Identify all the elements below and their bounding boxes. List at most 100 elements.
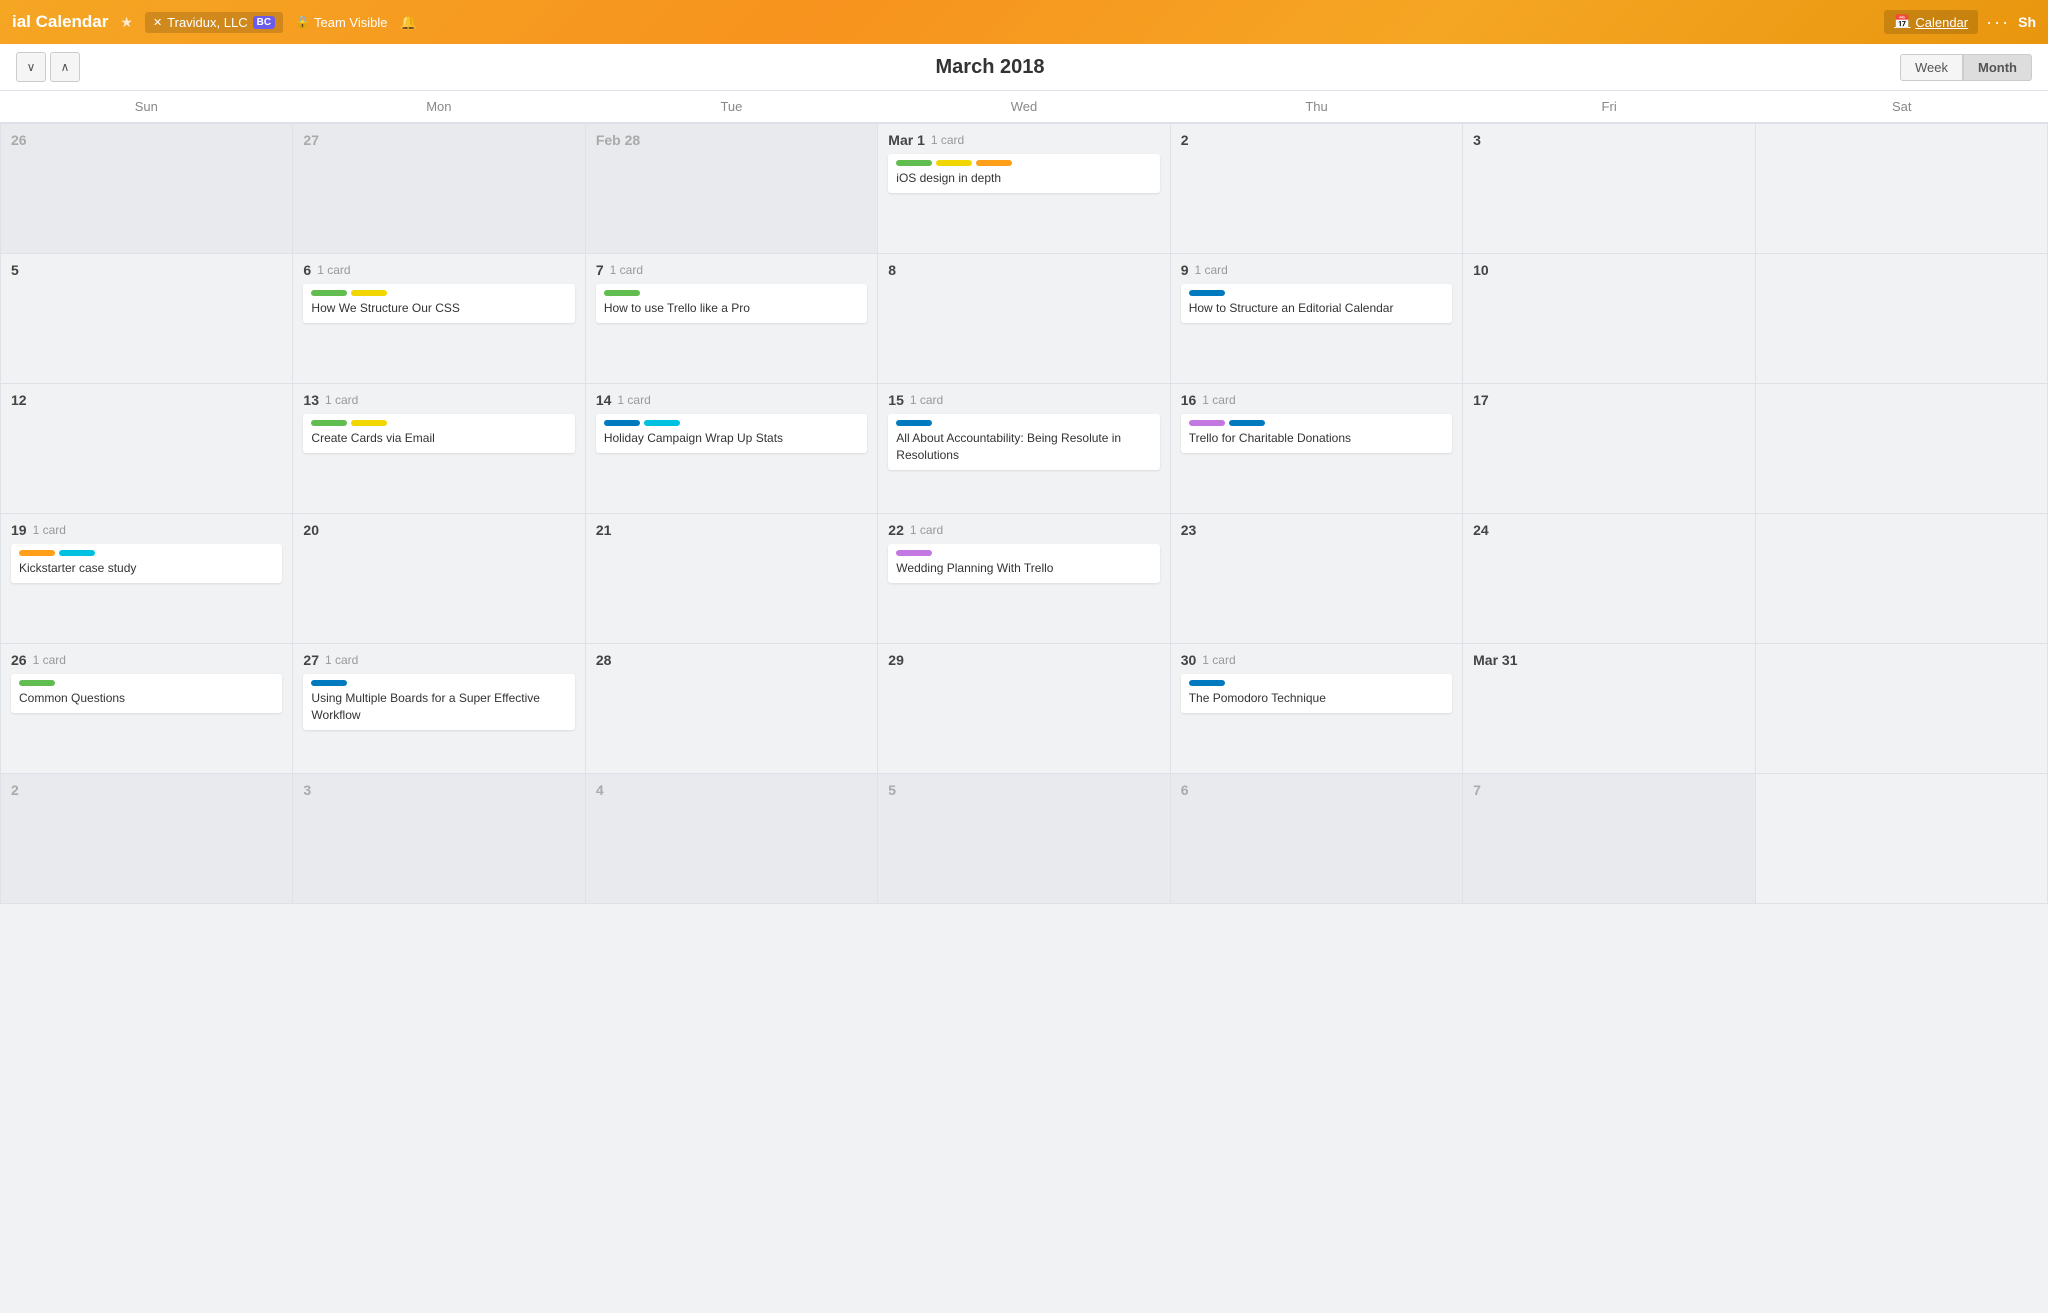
label-row [311,290,566,296]
day-num-text: 19 [11,522,27,538]
calendar-card[interactable]: How We Structure Our CSS [303,284,574,323]
label-row [1189,680,1444,686]
label-row [896,160,1151,166]
org-pill[interactable]: ✕ Travidux, LLC BC [145,12,283,33]
next-button[interactable]: ∧ [50,52,80,82]
day-num-text: 2 [1181,132,1189,148]
label-tag [311,290,347,296]
day-number: 26 [11,132,282,148]
day-number: 23 [1181,522,1452,538]
calendar-card[interactable]: Trello for Charitable Donations [1181,414,1452,453]
day-num-text: 23 [1181,522,1197,538]
day-num-text: 7 [1473,782,1481,798]
day-number: 24 [1473,522,1744,538]
day-num-text: 26 [11,132,27,148]
day-num-text: Mar 1 [888,132,925,148]
calendar-card[interactable]: How to use Trello like a Pro [596,284,867,323]
day-num-text: 28 [596,652,612,668]
cal-cell: 141 cardHoliday Campaign Wrap Up Stats [586,384,878,514]
calendar-card[interactable]: Wedding Planning With Trello [888,544,1159,583]
cal-cell: 10 [1463,254,1755,384]
calendar-grid: 2627Feb 28Mar 11 cardiOS design in depth… [0,123,2048,904]
cal-cell: 6 [1171,774,1463,904]
cal-cell: 8 [878,254,1170,384]
cal-cell: 24 [1463,514,1755,644]
calendar-card[interactable]: Using Multiple Boards for a Super Effect… [303,674,574,730]
day-num-text: 26 [11,652,27,668]
label-row [896,550,1151,556]
calendar-label: Calendar [1915,15,1968,30]
day-num-text: 21 [596,522,612,538]
day-number: 191 card [11,522,282,538]
close-icon: ✕ [153,16,162,29]
calendar-icon: 📅 [1894,14,1910,30]
day-num-text: 7 [596,262,604,278]
cal-cell: 21 [586,514,878,644]
cal-cell [1756,514,2048,644]
cal-cell: 61 cardHow We Structure Our CSS [293,254,585,384]
card-title: Wedding Planning With Trello [896,560,1151,577]
label-tag [1189,680,1225,686]
label-tag [311,420,347,426]
day-number: 28 [596,652,867,668]
cal-cell: 2 [1,774,293,904]
day-number: 4 [596,782,867,798]
day-num-text: 20 [303,522,319,538]
card-count: 1 card [1202,393,1235,407]
calendar-card[interactable]: Holiday Campaign Wrap Up Stats [596,414,867,453]
day-num-text: 3 [303,782,311,798]
team-visible-pill[interactable]: 🔒 Team Visible [295,15,387,30]
star-icon[interactable]: ★ [120,14,133,31]
cal-cell: 151 cardAll About Accountability: Being … [878,384,1170,514]
more-button[interactable]: ··· [1986,12,2010,33]
cal-cell: Feb 28 [586,124,878,254]
day-number: 17 [1473,392,1744,408]
cal-cell: 131 cardCreate Cards via Email [293,384,585,514]
calendar-card[interactable]: The Pomodoro Technique [1181,674,1452,713]
dow-cell-wed: Wed [878,91,1171,122]
cal-cell: 3 [293,774,585,904]
lock-icon: 🔒 [295,15,310,29]
day-number: 271 card [303,652,574,668]
day-num-text: 5 [888,782,896,798]
card-title: How to use Trello like a Pro [604,300,859,317]
month-view-button[interactable]: Month [1963,54,2032,81]
card-count: 1 card [1202,653,1235,667]
calendar-card[interactable]: How to Structure an Editorial Calendar [1181,284,1452,323]
day-num-text: Feb 28 [596,132,640,148]
calendar-card[interactable]: All About Accountability: Being Resolute… [888,414,1159,470]
top-bar-right: 📅 Calendar ··· Sh [1884,10,2036,34]
day-num-text: 30 [1181,652,1197,668]
day-number: 3 [1473,132,1744,148]
dow-cell-tue: Tue [585,91,878,122]
dow-cell-sun: Sun [0,91,293,122]
cal-cell: 17 [1463,384,1755,514]
cal-cell: 161 cardTrello for Charitable Donations [1171,384,1463,514]
calendar-card[interactable]: Common Questions [11,674,282,713]
cal-cell: 29 [878,644,1170,774]
week-view-button[interactable]: Week [1900,54,1963,81]
day-num-text: 29 [888,652,904,668]
label-tag [896,420,932,426]
calendar-button[interactable]: 📅 Calendar [1884,10,1978,34]
calendar-card[interactable]: Create Cards via Email [303,414,574,453]
prev-button[interactable]: ∨ [16,52,46,82]
calendar-card[interactable]: iOS design in depth [888,154,1159,193]
label-row [604,420,859,426]
share-button[interactable]: Sh [2018,14,2036,30]
day-num-text: 10 [1473,262,1489,278]
label-tag [59,550,95,556]
card-title: Kickstarter case study [19,560,274,577]
card-count: 1 card [33,653,66,667]
label-row [1189,420,1444,426]
label-tag [1229,420,1265,426]
notification-icon[interactable]: 🔔 [399,14,416,31]
day-number: 12 [11,392,282,408]
calendar-card[interactable]: Kickstarter case study [11,544,282,583]
day-num-text: 22 [888,522,904,538]
day-number: 5 [11,262,282,278]
cal-cell: Mar 31 [1463,644,1755,774]
dow-cell-fri: Fri [1463,91,1756,122]
day-num-text: 13 [303,392,319,408]
label-tag [1189,420,1225,426]
